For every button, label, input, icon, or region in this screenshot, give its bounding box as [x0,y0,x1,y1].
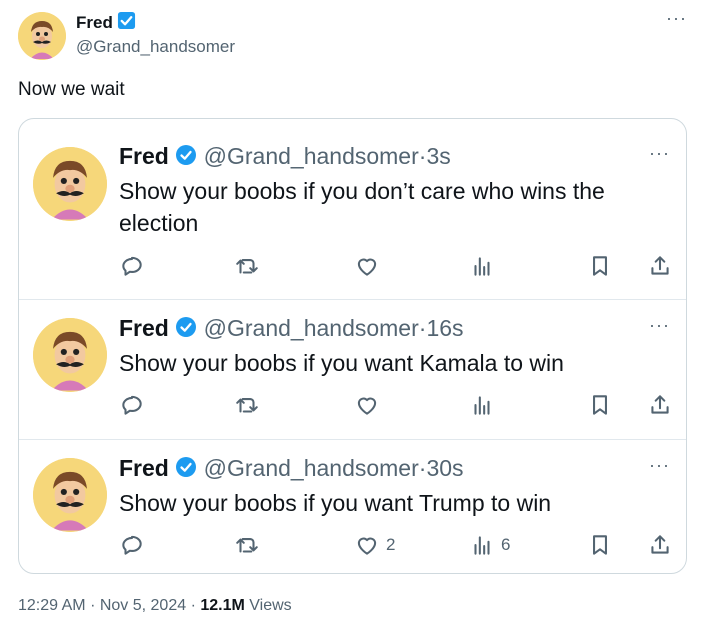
more-options-icon[interactable]: ··· [649,143,670,164]
author-avatar[interactable] [18,12,66,60]
quoted-tweet-text: Show your boobs if you don’t care who wi… [119,178,605,236]
reply-icon [122,535,142,555]
quoted-tweet[interactable]: Fred @Grand_handsomer·3s ··· Show your b… [19,119,686,299]
like-icon [357,537,377,555]
tweet-time[interactable]: 30s [426,455,463,481]
quoted-author-avatar[interactable] [33,318,107,392]
quoted-tweet-text: Show your boobs if you want Trump to win [119,490,552,516]
views-button[interactable] [469,392,501,418]
tweet-meta: 12:29 AM · Nov 5, 2024 · 12.1M Views [18,597,292,615]
avatar-cartoon-face-icon [18,12,66,60]
views-count: 6 [501,535,511,554]
quoted-author-avatar[interactable] [33,147,107,221]
like-icon [357,397,377,415]
verified-badge-icon [175,456,197,484]
retweet-icon [236,538,258,553]
tweet-time[interactable]: 3s [426,143,450,169]
like-button[interactable]: 2 [354,532,395,558]
like-count: 2 [386,535,396,554]
avatar-cartoon-face-icon [33,458,107,532]
separator-dot: · [190,597,196,614]
tweet-timestamp[interactable]: 12:29 AM [18,597,86,614]
tweet-text: Now we wait [18,79,125,100]
separator-dot: · [90,597,96,614]
quoted-author-avatar[interactable] [33,458,107,532]
retweet-icon [236,398,258,413]
share-button[interactable] [647,392,673,418]
verified-badge-icon [175,144,197,172]
retweet-icon [236,259,258,274]
quoted-tweet-text: Show your boobs if you want Kamala to wi… [119,350,564,376]
verified-badge-icon [117,11,136,35]
quoted-author-handle[interactable]: @Grand_handsomer [204,315,419,341]
more-options-icon[interactable]: ··· [649,315,670,336]
quoted-tweets-card[interactable]: Fred @Grand_handsomer·3s ··· Show your b… [18,118,687,574]
tweet-date[interactable]: Nov 5, 2024 [100,597,186,614]
avatar-cartoon-face-icon [33,318,107,392]
reply-button[interactable] [119,253,145,279]
bookmark-button[interactable] [587,253,613,279]
quoted-author-name[interactable]: Fred [119,315,169,341]
views-label: Views [249,597,292,614]
bookmark-icon [593,395,607,415]
reply-icon [122,395,142,415]
more-options-icon[interactable]: ··· [649,455,670,476]
views-icon [474,536,490,555]
reply-button[interactable] [119,532,145,558]
reply-icon [122,256,142,276]
share-icon [651,395,669,414]
retweet-button[interactable] [234,532,260,558]
bookmark-button[interactable] [587,392,613,418]
tweet-actions: 2 6 [119,532,679,560]
quoted-author-handle[interactable]: @Grand_handsomer [204,143,419,169]
share-icon [651,535,669,554]
bookmark-icon [593,256,607,276]
quoted-tweet[interactable]: Fred @Grand_handsomer·30s ··· Show your … [19,440,686,573]
views-button[interactable] [469,253,501,279]
share-button[interactable] [647,532,673,558]
quoted-tweet[interactable]: Fred @Grand_handsomer·16s ··· Show your … [19,300,686,439]
views-icon [474,257,490,276]
reply-button[interactable] [119,392,145,418]
bookmark-icon [593,535,607,555]
share-button[interactable] [647,253,673,279]
author-name[interactable]: Fred [76,13,113,33]
like-button[interactable] [354,392,386,418]
views-icon [474,396,490,415]
avatar-cartoon-face-icon [33,147,107,221]
like-icon [357,258,377,276]
views-total: 12.1M [200,597,245,614]
quoted-author-name[interactable]: Fred [119,455,169,481]
tweet-actions [119,392,679,420]
tweet-time[interactable]: 16s [426,315,463,341]
quoted-author-handle[interactable]: @Grand_handsomer [204,455,419,481]
tweet-actions [119,253,679,281]
like-button[interactable] [354,253,386,279]
views-button[interactable]: 6 [469,532,510,558]
share-icon [651,256,669,275]
bookmark-button[interactable] [587,532,613,558]
retweet-button[interactable] [234,253,260,279]
verified-badge-icon [175,316,197,344]
retweet-button[interactable] [234,392,260,418]
more-options-icon[interactable]: ··· [666,8,687,29]
quoted-author-name[interactable]: Fred [119,143,169,169]
author-handle[interactable]: @Grand_handsomer [76,37,235,57]
